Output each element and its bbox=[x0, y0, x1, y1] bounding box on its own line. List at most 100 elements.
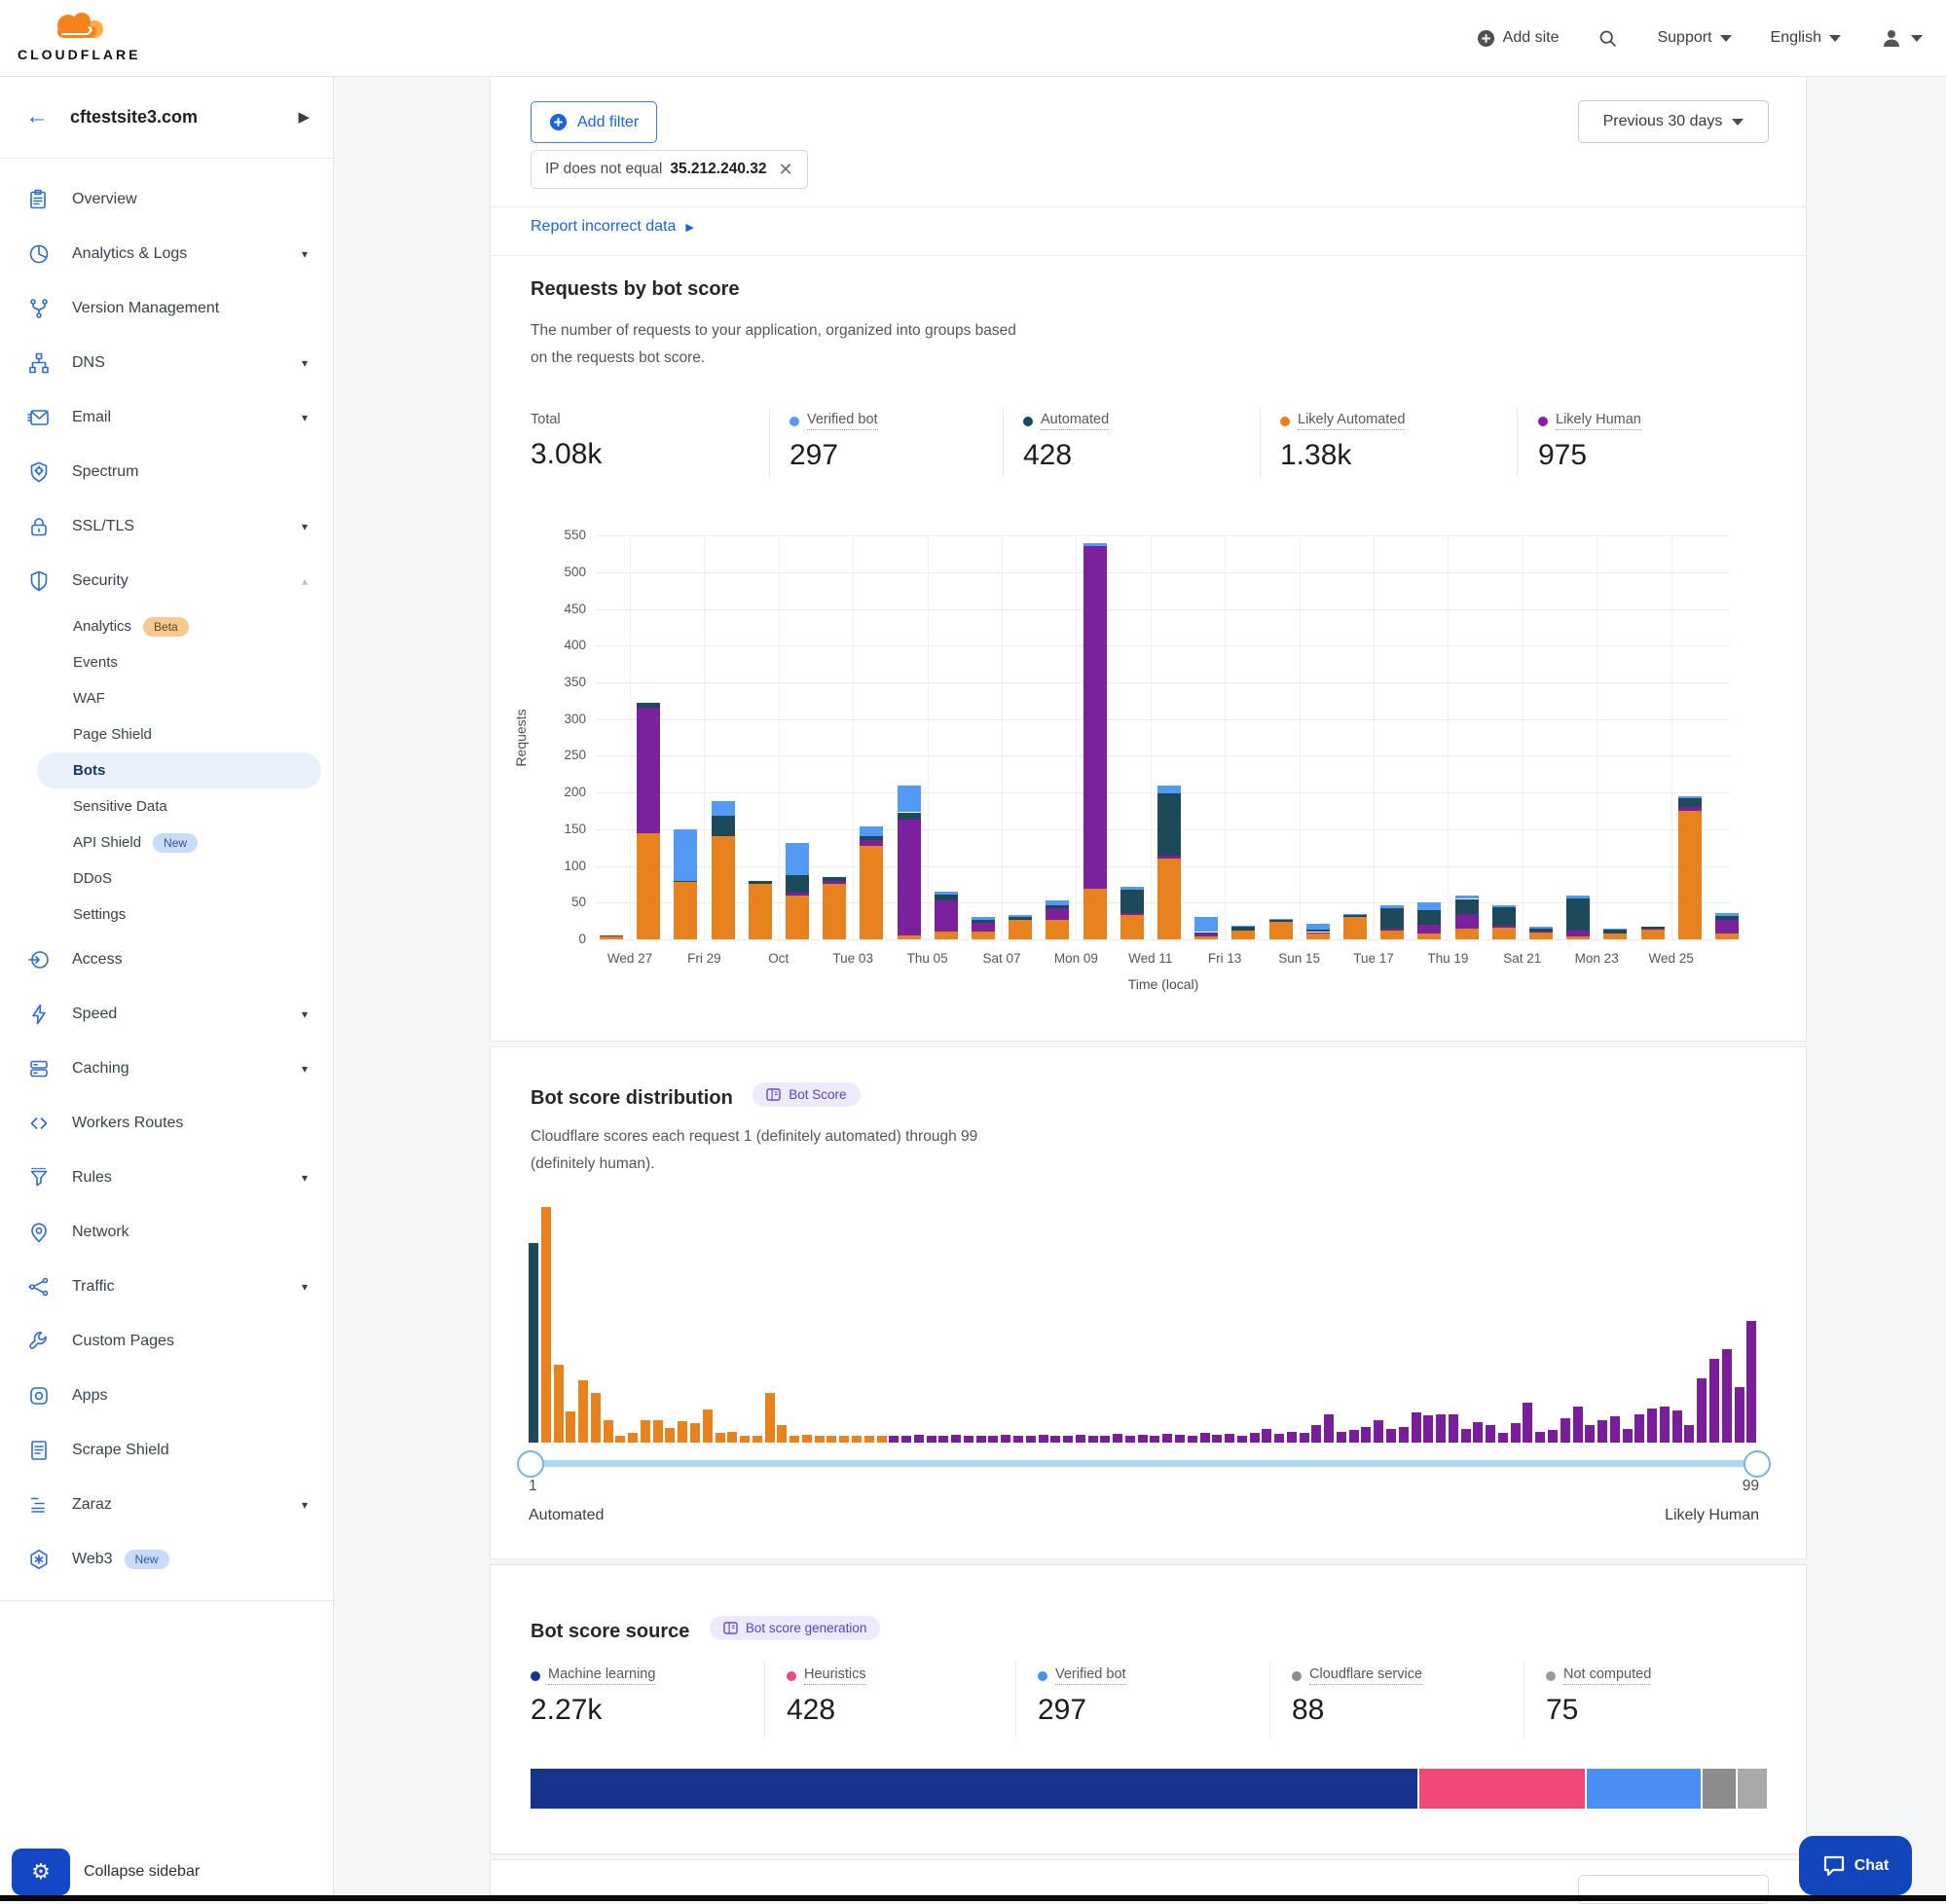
histogram-bar[interactable] bbox=[578, 1380, 588, 1443]
histogram-bar[interactable] bbox=[927, 1436, 936, 1443]
bar-segment[interactable] bbox=[1046, 900, 1069, 905]
bar-segment[interactable] bbox=[674, 829, 697, 881]
sidebar-item-version-management[interactable]: Version Management bbox=[0, 281, 333, 336]
bar-segment[interactable] bbox=[1157, 859, 1181, 939]
bar-segment[interactable] bbox=[1306, 933, 1330, 934]
bar-segment[interactable] bbox=[1009, 915, 1032, 917]
histogram-bar[interactable] bbox=[529, 1243, 538, 1443]
histogram-bar[interactable] bbox=[1063, 1436, 1073, 1443]
sidebar-item-analytics[interactable]: AnalyticsBeta bbox=[0, 608, 333, 644]
histogram-bar[interactable] bbox=[703, 1410, 713, 1443]
bar-segment[interactable] bbox=[637, 833, 660, 939]
bot-score-generation-badge[interactable]: Bot score generation bbox=[710, 1616, 881, 1640]
histogram-bar[interactable] bbox=[1050, 1436, 1060, 1443]
bar-segment[interactable] bbox=[1343, 914, 1367, 916]
sidebar-item-security[interactable]: Security▴ bbox=[0, 554, 333, 608]
histogram-bar[interactable] bbox=[1076, 1435, 1085, 1443]
bar-segment[interactable] bbox=[1194, 936, 1218, 939]
bar-segment[interactable] bbox=[1231, 927, 1255, 931]
histogram-bar[interactable] bbox=[716, 1433, 725, 1443]
language-menu[interactable]: English bbox=[1771, 29, 1841, 47]
bar-segment[interactable] bbox=[1380, 908, 1404, 930]
histogram-bar[interactable] bbox=[653, 1420, 663, 1443]
bar-segment[interactable] bbox=[637, 708, 660, 832]
bar-segment[interactable] bbox=[1194, 917, 1218, 932]
histogram-bar[interactable] bbox=[1660, 1407, 1670, 1443]
bar-segment[interactable] bbox=[712, 816, 735, 836]
bar-segment[interactable] bbox=[712, 836, 735, 939]
histogram-bar[interactable] bbox=[690, 1423, 700, 1443]
histogram-bar[interactable] bbox=[1212, 1435, 1222, 1443]
histogram-bar[interactable] bbox=[1324, 1414, 1334, 1443]
histogram-bar[interactable] bbox=[554, 1365, 564, 1443]
slider-handle-max[interactable] bbox=[1744, 1450, 1771, 1478]
histogram-bar[interactable] bbox=[988, 1436, 998, 1443]
bar-segment[interactable] bbox=[1417, 934, 1441, 939]
bar-segment[interactable] bbox=[1529, 927, 1553, 929]
bar-segment[interactable] bbox=[1120, 915, 1144, 939]
histogram-bar[interactable] bbox=[1262, 1429, 1271, 1443]
bar-segment[interactable] bbox=[1046, 908, 1069, 920]
histogram-bar[interactable] bbox=[951, 1435, 961, 1443]
sidebar-item-ssl-tls[interactable]: SSL/TLS▾ bbox=[0, 499, 333, 554]
bar-segment[interactable] bbox=[972, 920, 995, 923]
bar-segment[interactable] bbox=[1009, 920, 1032, 939]
bar-segment[interactable] bbox=[1306, 934, 1330, 939]
sidebar-item-network[interactable]: Network bbox=[0, 1205, 333, 1260]
bar-segment[interactable] bbox=[1678, 798, 1702, 807]
bar-segment[interactable] bbox=[674, 882, 697, 939]
histogram-bar[interactable] bbox=[765, 1393, 775, 1443]
sidebar-item-rules[interactable]: Rules▾ bbox=[0, 1151, 333, 1205]
histogram-bar[interactable] bbox=[727, 1432, 737, 1443]
bar-segment[interactable] bbox=[1455, 899, 1479, 914]
bar-segment[interactable] bbox=[1492, 907, 1516, 927]
bar-segment[interactable] bbox=[1157, 786, 1181, 793]
histogram-bar[interactable] bbox=[604, 1420, 613, 1443]
histogram-bar[interactable] bbox=[1386, 1429, 1396, 1443]
sidebar-item-settings[interactable]: Settings bbox=[0, 897, 333, 933]
score-slider-track[interactable] bbox=[529, 1460, 1759, 1467]
histogram-bar[interactable] bbox=[1473, 1422, 1483, 1443]
histogram-bar[interactable] bbox=[938, 1436, 948, 1443]
histogram-bar[interactable] bbox=[877, 1436, 887, 1443]
bar-segment[interactable] bbox=[1715, 913, 1739, 916]
bar-segment[interactable] bbox=[1492, 905, 1516, 907]
bar-segment[interactable] bbox=[1083, 546, 1107, 889]
bar-segment[interactable] bbox=[898, 813, 921, 821]
histogram-bar[interactable] bbox=[1535, 1432, 1545, 1444]
sidebar-item-access[interactable]: Access bbox=[0, 933, 333, 987]
histogram-bar[interactable] bbox=[1026, 1436, 1036, 1443]
bar-segment[interactable] bbox=[1120, 913, 1144, 915]
histogram-bar[interactable] bbox=[1039, 1435, 1048, 1443]
histogram-bar[interactable] bbox=[1722, 1349, 1732, 1443]
histogram-bar[interactable] bbox=[1486, 1425, 1495, 1444]
histogram-bar[interactable] bbox=[566, 1411, 575, 1443]
bar-segment[interactable] bbox=[898, 820, 921, 935]
histogram-bar[interactable] bbox=[1634, 1414, 1644, 1443]
bar-segment[interactable] bbox=[1715, 920, 1739, 934]
histogram-bar[interactable] bbox=[541, 1207, 551, 1443]
bar-segment[interactable] bbox=[860, 846, 883, 939]
bar-segment[interactable] bbox=[1678, 796, 1702, 798]
bar-segment[interactable] bbox=[972, 923, 995, 932]
histogram-bar[interactable] bbox=[1013, 1436, 1023, 1443]
bar-segment[interactable] bbox=[1046, 920, 1069, 939]
bar-segment[interactable] bbox=[1529, 929, 1553, 932]
bar-segment[interactable] bbox=[935, 932, 958, 939]
bar-segment[interactable] bbox=[1715, 916, 1739, 921]
bar-segment[interactable] bbox=[860, 840, 883, 846]
bar-segment[interactable] bbox=[674, 881, 697, 883]
bar-segment[interactable] bbox=[1157, 793, 1181, 856]
bar-segment[interactable] bbox=[823, 884, 846, 939]
bar-segment[interactable] bbox=[1417, 925, 1441, 934]
bar-segment[interactable] bbox=[786, 875, 809, 892]
sidebar-item-api-shield[interactable]: API ShieldNew bbox=[0, 824, 333, 860]
bar-segment[interactable] bbox=[1231, 926, 1255, 928]
histogram-bar[interactable] bbox=[1412, 1412, 1421, 1443]
bar-segment[interactable] bbox=[1603, 930, 1627, 934]
sidebar-item-bots[interactable]: Bots bbox=[37, 752, 321, 788]
sidebar-item-sensitive-data[interactable]: Sensitive Data bbox=[0, 788, 333, 824]
histogram-bar[interactable] bbox=[1311, 1425, 1321, 1444]
histogram-bar[interactable] bbox=[1511, 1423, 1521, 1443]
close-icon[interactable]: ✕ bbox=[779, 160, 793, 180]
